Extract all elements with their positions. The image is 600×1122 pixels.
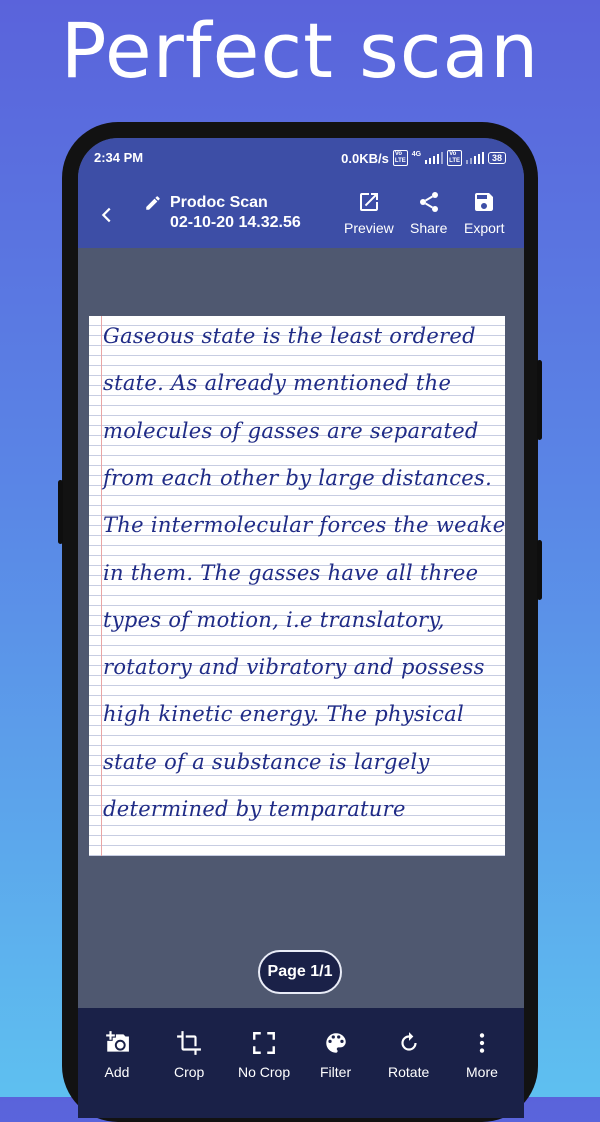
more-vert-icon xyxy=(479,1033,485,1053)
rotate-icon xyxy=(401,1032,417,1051)
network-type: 4G xyxy=(411,150,422,158)
document-line: types of motion, i.e translatory, xyxy=(103,608,445,632)
volume-button xyxy=(58,480,63,544)
signal-icon-2 xyxy=(465,152,484,164)
document-line: determined by temparature xyxy=(103,797,406,821)
status-icons: 0.0KB/s Vo LTE 4G Vo LTE 38 xyxy=(341,150,506,166)
add-label: Add xyxy=(104,1064,130,1080)
preview-label: Preview xyxy=(344,220,394,236)
add-photo-icon xyxy=(106,1031,129,1052)
palette-icon xyxy=(325,1033,346,1053)
battery-icon: 38 xyxy=(487,152,506,164)
no-crop-button[interactable]: No Crop xyxy=(238,1030,290,1080)
preview-button[interactable]: Preview xyxy=(344,190,394,236)
document-line: high kinetic energy. The physical xyxy=(103,702,465,726)
rotate-label: Rotate xyxy=(388,1064,430,1080)
crop-icon xyxy=(177,1031,202,1055)
share-label: Share xyxy=(410,220,448,236)
scanned-document[interactable]: Gaseous state is the least ordered state… xyxy=(89,316,505,856)
status-time: 2:34 PM xyxy=(94,150,144,165)
document-line: The intermolecular forces the weakest xyxy=(103,513,505,537)
power-button xyxy=(537,360,542,440)
net-speed: 0.0KB/s xyxy=(341,150,389,166)
save-icon xyxy=(475,193,494,211)
export-button[interactable]: Export xyxy=(464,190,504,236)
side-button xyxy=(537,540,542,600)
edit-icon xyxy=(146,196,160,210)
title-text: Prodoc Scan xyxy=(170,194,268,211)
subtitle-text: 02-10-20 14.32.56 xyxy=(170,214,301,231)
rotate-button[interactable]: Rotate xyxy=(388,1030,429,1080)
volte-icon-2: Vo LTE xyxy=(447,150,462,166)
more-button[interactable]: More xyxy=(466,1030,498,1080)
headline: Perfect scan xyxy=(60,6,540,95)
filter-button[interactable]: Filter xyxy=(320,1030,351,1080)
document-line: rotatory and vibratory and possess xyxy=(103,655,485,679)
open-in-new-icon xyxy=(359,193,378,211)
add-button[interactable]: Add xyxy=(104,1030,130,1080)
phone-screen: 2:34 PM 0.0KB/s Vo LTE 4G Vo LTE 38 Prodoc… xyxy=(78,138,524,1118)
document-line: state. As already mentioned the xyxy=(103,371,452,395)
no-crop-label: No Crop xyxy=(238,1064,291,1080)
document-line: from each other by large distances. xyxy=(103,466,493,490)
volte-icon: Vo LTE xyxy=(392,150,408,166)
app-bar: 2:34 PM 0.0KB/s Vo LTE 4G Vo LTE 38 Prodoc… xyxy=(78,138,524,248)
page-indicator: Page 1/1 xyxy=(258,950,342,994)
back-arrow-icon[interactable] xyxy=(96,204,118,226)
page-margin-line xyxy=(101,316,102,856)
filter-label: Filter xyxy=(320,1064,352,1080)
signal-icon xyxy=(425,152,444,164)
more-label: More xyxy=(466,1064,498,1080)
share-icon xyxy=(419,192,438,212)
export-label: Export xyxy=(464,220,505,236)
document-line: molecules of gasses are separated xyxy=(103,419,479,443)
document-line: Gaseous state is the least ordered xyxy=(103,324,476,348)
document-line: in them. The gasses have all three xyxy=(103,561,479,585)
crop-label: Crop xyxy=(174,1064,205,1080)
fullscreen-icon xyxy=(253,1032,276,1054)
document-line: state of a substance is largely xyxy=(103,750,430,774)
document-title[interactable]: Prodoc Scan 02-10-20 14.32.56 xyxy=(144,194,301,232)
crop-button[interactable]: Crop xyxy=(174,1030,204,1080)
share-button[interactable]: Share xyxy=(410,190,447,236)
bottom-toolbar: Add Crop No Crop Filter Rotate More xyxy=(78,1008,524,1118)
